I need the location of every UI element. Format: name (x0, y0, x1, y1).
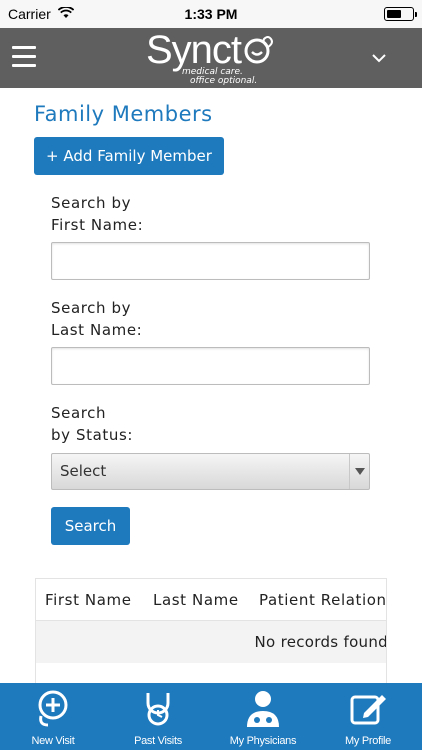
empty-message: No records found (254, 633, 387, 651)
battery-icon (384, 7, 417, 21)
status-select[interactable]: Select (51, 453, 370, 490)
tab-label-past-visits: Past Visits (134, 735, 182, 747)
clock: 1:33 PM (184, 6, 238, 22)
tab-label-my-physicians: My Physicians (229, 735, 297, 747)
tab-label-new-visit: New Visit (31, 735, 75, 747)
last-name-input[interactable] (51, 347, 370, 385)
page-title: Family Members (34, 102, 213, 126)
menu-icon[interactable] (12, 46, 36, 68)
tab-past-visits[interactable]: Past Visits (118, 683, 198, 750)
edit-profile-icon (350, 695, 386, 725)
tab-new-visit[interactable]: New Visit (13, 683, 93, 750)
app-header: Synct medical care. office optional. (0, 28, 422, 88)
status-bar: Carrier 1:33 PM (0, 0, 422, 28)
column-header-patient-relation[interactable]: Patient Relation (259, 591, 386, 609)
table-row: No records found (36, 621, 387, 663)
tab-bar: New Visit Past Visits My Physicians My P… (0, 683, 422, 750)
main-content: Family Members + Add Family Member Searc… (0, 88, 422, 683)
chevron-down-icon[interactable] (372, 51, 386, 65)
stethoscope-plus-icon (38, 690, 68, 727)
logo-word: Synct (146, 28, 242, 72)
logo-heart-icon (244, 36, 273, 64)
table-header-row: First Name Last Name Patient Relation (36, 579, 386, 621)
tab-my-physicians[interactable]: My Physicians (223, 683, 303, 750)
column-header-first-name[interactable]: First Name (45, 591, 132, 609)
family-members-table: First Name Last Name Patient Relation No… (35, 578, 387, 683)
first-name-input[interactable] (51, 242, 370, 280)
status-select-value: Select (60, 462, 107, 480)
add-family-member-button[interactable]: + Add Family Member (34, 137, 224, 175)
tab-label-my-profile: My Profile (345, 735, 391, 747)
tab-my-profile[interactable]: My Profile (328, 683, 408, 750)
logo-tagline-2: office optional. (190, 76, 258, 86)
status-label: Search by Status: (51, 404, 134, 444)
stethoscope-clock-icon (146, 693, 170, 726)
column-header-last-name[interactable]: Last Name (153, 591, 239, 609)
doctor-icon (247, 691, 279, 727)
first-name-label: Search by First Name: (51, 194, 144, 234)
synct-logo: Synct medical care. office optional. (146, 30, 280, 86)
last-name-label: Search by Last Name: (51, 299, 143, 339)
search-button[interactable]: Search (51, 507, 130, 545)
dropdown-arrow-icon (349, 454, 369, 489)
